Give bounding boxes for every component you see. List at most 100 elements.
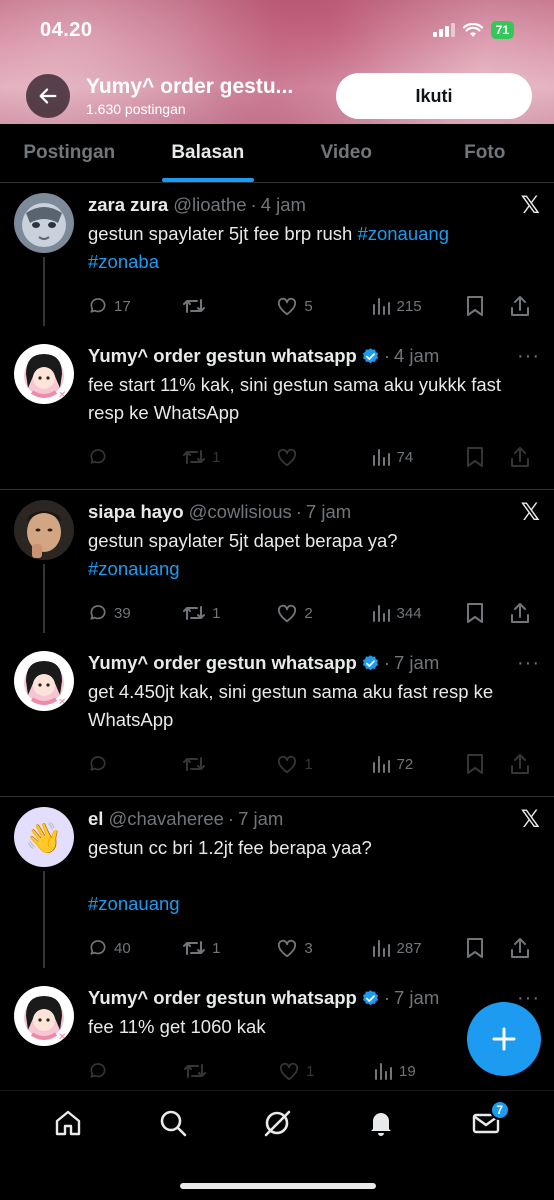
views-button[interactable]: 344	[371, 603, 466, 623]
reply-button[interactable]: 39	[88, 603, 182, 623]
like-button[interactable]	[276, 447, 370, 467]
home-indicator	[180, 1183, 376, 1189]
svg-text:✕: ✕	[58, 697, 66, 708]
nav-grok[interactable]	[247, 1098, 307, 1148]
tab-video[interactable]: Video	[277, 124, 416, 182]
bookmark-icon	[466, 447, 483, 467]
reply-icon	[90, 449, 106, 464]
views-icon	[372, 449, 390, 466]
tweet-actions: 39 1 2 344	[88, 593, 540, 633]
share-button[interactable]	[510, 602, 540, 624]
tab-posts[interactable]: Postingan	[0, 124, 139, 182]
avatar[interactable]: ✕	[14, 344, 74, 404]
bookmark-icon	[466, 938, 483, 958]
reply-icon	[90, 605, 106, 620]
hashtag-link[interactable]: #zonauang	[88, 558, 180, 579]
separator-dot: ·	[250, 194, 257, 215]
avatar[interactable]: 👋	[14, 807, 74, 867]
reply-count: 40	[114, 939, 131, 957]
author-handle[interactable]: @lioathe	[173, 194, 246, 216]
avatar[interactable]	[14, 193, 74, 253]
nav-notifications[interactable]	[351, 1098, 411, 1148]
hashtag-link[interactable]: #zonauang	[357, 223, 449, 244]
retweet-button[interactable]	[183, 1061, 278, 1081]
share-icon	[511, 447, 530, 467]
author-name[interactable]: zara zura	[88, 194, 168, 216]
bookmark-button[interactable]	[466, 446, 511, 468]
hashtag-link[interactable]: #zonauang	[88, 893, 180, 914]
views-button[interactable]: 215	[371, 296, 466, 316]
like-button[interactable]: 5	[276, 296, 370, 316]
bookmark-button[interactable]	[466, 295, 511, 317]
more-options-icon[interactable]: ···	[517, 652, 540, 675]
view-count: 72	[396, 755, 414, 773]
retweet-button[interactable]: 1	[182, 447, 276, 467]
tweet-reply[interactable]: ✕ Yumy^ order gestun whatsapp · 7 jam ··…	[0, 633, 554, 784]
heart-icon	[278, 604, 297, 623]
share-button[interactable]	[510, 753, 540, 775]
retweet-button[interactable]: 1	[182, 938, 276, 958]
tweet-actions: 1 74	[88, 437, 540, 477]
thread-line	[43, 564, 45, 633]
reply-button[interactable]	[88, 447, 182, 467]
nav-messages[interactable]: 7	[456, 1098, 516, 1148]
views-button[interactable]: 72	[371, 754, 466, 774]
back-button[interactable]	[26, 74, 70, 118]
nav-home[interactable]	[38, 1098, 98, 1148]
tweet-text-body: gestun spaylater 5jt dapet berapa ya?	[88, 530, 398, 551]
tweet-original[interactable]: zara zura @lioathe · 4 jam 𝕏 gestun spay…	[0, 183, 554, 326]
tweet-reply[interactable]: ✕ Yumy^ order gestun whatsapp · 4 jam ··…	[0, 326, 554, 477]
author-name[interactable]: el	[88, 808, 103, 830]
like-button[interactable]: 2	[276, 603, 370, 623]
reply-icon	[90, 940, 106, 955]
nav-search[interactable]	[143, 1098, 203, 1148]
author-handle[interactable]: @chavaheree	[108, 808, 223, 830]
more-options-icon[interactable]: ···	[517, 345, 540, 368]
share-button[interactable]	[510, 937, 540, 959]
avatar[interactable]	[14, 500, 74, 560]
tweet-actions: 17 5 215	[88, 286, 540, 326]
author-name[interactable]: siapa hayo	[88, 501, 184, 523]
like-button[interactable]: 1	[278, 1061, 373, 1081]
reply-button[interactable]	[88, 1061, 183, 1081]
view-count: 287	[396, 939, 422, 957]
reply-button[interactable]: 40	[88, 938, 182, 958]
avatar[interactable]: ✕	[14, 651, 74, 711]
author-handle[interactable]: @cowlisious	[189, 501, 292, 523]
like-button[interactable]: 3	[276, 938, 370, 958]
retweet-button[interactable]	[182, 754, 276, 774]
tweet-text: get 4.450jt kak, sini gestun sama aku fa…	[88, 681, 494, 730]
tab-photos[interactable]: Foto	[416, 124, 554, 182]
views-button[interactable]: 287	[371, 938, 466, 958]
separator-dot: ·	[383, 345, 390, 366]
bookmark-button[interactable]	[466, 937, 511, 959]
battery-indicator: 71	[490, 21, 514, 39]
retweet-count: 1	[212, 448, 221, 466]
reply-button[interactable]	[88, 754, 182, 774]
bookmark-button[interactable]	[466, 602, 511, 624]
author-name[interactable]: Yumy^ order gestun whatsapp	[88, 987, 357, 1009]
hashtag-link[interactable]: #zonaba	[88, 251, 159, 272]
avatar[interactable]: ✕	[14, 986, 74, 1046]
svg-text:✕: ✕	[58, 390, 66, 401]
author-name[interactable]: Yumy^ order gestun whatsapp	[88, 652, 357, 674]
compose-button[interactable]	[467, 1002, 541, 1076]
view-count: 19	[399, 1062, 416, 1080]
author-name[interactable]: Yumy^ order gestun whatsapp	[88, 345, 357, 367]
retweet-button[interactable]: 1	[182, 603, 276, 623]
tab-replies[interactable]: Balasan	[139, 124, 278, 182]
share-icon	[511, 754, 530, 774]
tweet-text-body: gestun spaylater 5jt fee brp rush	[88, 223, 358, 244]
tweet-original[interactable]: siapa hayo @cowlisious · 7 jam 𝕏 gestun …	[0, 490, 554, 633]
share-button[interactable]	[510, 295, 540, 317]
follow-button[interactable]: Ikuti	[336, 73, 532, 119]
tweet-original[interactable]: 👋 el @chavaheree · 7 jam 𝕏 gestun cc bri…	[0, 797, 554, 968]
bookmark-button[interactable]	[466, 753, 511, 775]
like-button[interactable]: 1	[276, 754, 370, 774]
share-icon	[511, 296, 530, 316]
views-button[interactable]: 19	[373, 1061, 469, 1081]
reply-button[interactable]: 17	[88, 296, 182, 316]
share-button[interactable]	[510, 446, 540, 468]
views-button[interactable]: 74	[371, 447, 466, 467]
retweet-button[interactable]	[182, 296, 276, 316]
